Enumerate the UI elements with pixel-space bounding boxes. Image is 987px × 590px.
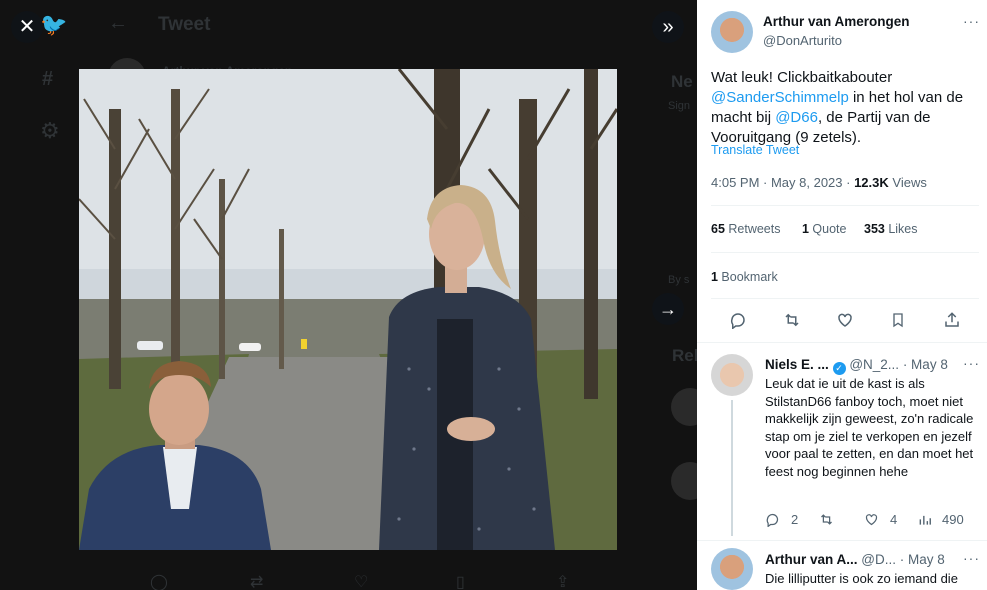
next-image-button[interactable]: → [652, 293, 684, 325]
views-chart-icon [919, 515, 931, 525]
likes-stat[interactable]: 353 Likes [864, 222, 918, 236]
reply-author-name[interactable]: Niels E. ... [765, 357, 829, 372]
avatar[interactable] [711, 354, 753, 396]
reply-retweet-button[interactable] [818, 512, 835, 527]
share-button[interactable] [943, 311, 961, 329]
close-viewer-button[interactable]: ✕ [11, 11, 43, 43]
tweet-photo[interactable] [79, 69, 617, 550]
reply-icon [730, 313, 745, 329]
bookmark-icon [893, 313, 903, 328]
views-label: Views [888, 175, 927, 190]
reply-count: 2 [791, 512, 799, 527]
likes-count: 353 [864, 222, 885, 236]
author-name[interactable]: Arthur van Amerongen [763, 14, 910, 29]
background-relevant-heading: Rel [672, 346, 697, 365]
author-handle[interactable]: @DonArturito [763, 33, 842, 48]
background-sign-text: Sign [668, 100, 691, 112]
bookmarks-label: Bookmark [717, 270, 778, 284]
more-icon[interactable]: ··· [963, 355, 980, 371]
share-icon [945, 312, 959, 327]
tweet-text-part: Wat leuk! Clickbaitkabouter [711, 69, 893, 86]
back-arrow-icon: ← [108, 12, 128, 34]
collapse-panel-button[interactable]: » [652, 11, 684, 43]
divider [711, 298, 979, 299]
reply-views-button[interactable]: 490 [918, 512, 964, 527]
background-bookmark-icon: ▯ [456, 574, 465, 590]
avatar[interactable] [711, 11, 753, 53]
like-count: 4 [890, 512, 898, 527]
retweet-icon [821, 514, 832, 525]
close-icon: ✕ [18, 16, 36, 38]
reply-date[interactable]: · May 8 [903, 357, 948, 372]
tweet-time[interactable]: 4:05 PM · May 8, 2023 · [711, 175, 854, 190]
background-by-text: By s [668, 274, 690, 286]
mention-link[interactable]: @D66 [775, 109, 818, 126]
reply-text: Leuk dat ie uit de kast is als StilstanD… [765, 376, 974, 479]
tweet-meta: 4:05 PM · May 8, 2023 · 12.3K Views [711, 175, 979, 190]
reply-reply-button[interactable]: 2 [765, 512, 798, 527]
background-avatar-3 [671, 462, 697, 500]
verified-icon: ✓ [832, 362, 846, 375]
retweets-label: Retweets [724, 222, 781, 236]
likes-label: Likes [884, 222, 918, 236]
bookmarks-count: 1 [711, 270, 718, 284]
translate-tweet-link[interactable]: Translate Tweet [711, 143, 979, 157]
media-viewer: 🐦 # ⚙ ← Tweet Arthur van Amerongen Ne Si… [0, 0, 697, 590]
explore-hashtag-icon: # [42, 68, 54, 90]
tweet-detail-panel: Arthur van Amerongen @DonArturito ··· Wa… [697, 0, 987, 590]
background-share-icon: ⇪ [556, 574, 570, 590]
arrow-right-icon: → [659, 299, 677, 319]
background-reply-icon: ◯ [150, 574, 168, 590]
bookmark-button[interactable] [890, 311, 906, 329]
background-header-title: Tweet [158, 14, 211, 35]
more-icon[interactable]: ··· [963, 550, 980, 566]
reply-author-handle[interactable]: @N_2... [849, 357, 899, 372]
tweet-text: Wat leuk! Clickbaitkabouter @SanderSchim… [711, 68, 977, 148]
reply-text: Die lilliputter is ook zo iemand die [765, 571, 958, 586]
settings-gear-icon: ⚙ [40, 118, 60, 143]
views-count: 490 [942, 512, 964, 527]
like-button[interactable] [836, 311, 854, 329]
views-count: 12.3K [854, 175, 889, 190]
retweet-button[interactable] [782, 311, 802, 329]
bookmarks-stat[interactable]: 1 Bookmark [711, 270, 778, 284]
chevron-double-right-icon: » [662, 16, 674, 38]
reply-date[interactable]: · May 8 [900, 552, 945, 567]
background-sidebar-heading: Ne [671, 72, 693, 91]
reply-like-button[interactable]: 4 [864, 512, 897, 527]
reply-button[interactable] [729, 311, 747, 329]
divider [711, 252, 979, 253]
background-avatar-2 [671, 388, 697, 426]
retweets-count: 65 [711, 222, 725, 236]
reply-author-name[interactable]: Arthur van A... [765, 552, 858, 567]
heart-icon [838, 313, 852, 327]
twitter-logo-icon: 🐦 [40, 12, 68, 37]
avatar[interactable] [711, 548, 753, 590]
divider [711, 205, 979, 206]
divider [697, 540, 987, 541]
quotes-label: Quote [808, 222, 847, 236]
divider [697, 342, 987, 343]
background-like-icon: ♡ [354, 574, 369, 590]
heart-icon [865, 514, 878, 526]
thread-line [731, 400, 733, 536]
retweets-stat[interactable]: 65 Retweets [711, 222, 781, 236]
reply-icon [766, 513, 779, 527]
quotes-count: 1 [802, 222, 809, 236]
quotes-stat[interactable]: 1 Quote [802, 222, 846, 236]
more-icon[interactable]: ··· [963, 13, 980, 29]
reply-author-handle[interactable]: @D... [861, 552, 896, 567]
retweet-icon [785, 313, 799, 327]
background-retweet-icon: ⇄ [250, 574, 264, 590]
mention-link[interactable]: @SanderSchimmelp [711, 89, 849, 106]
